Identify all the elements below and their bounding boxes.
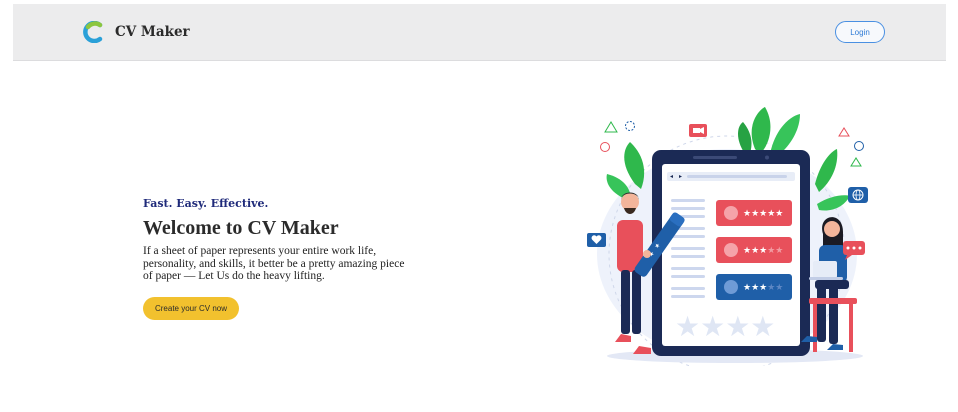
video-icon: [689, 124, 707, 137]
hero-tagline: Fast. Easy. Effective.: [143, 197, 269, 210]
hero-section: Fast. Easy. Effective. Welcome to CV Mak…: [143, 197, 413, 320]
brand[interactable]: CV Maker: [83, 21, 190, 43]
cv-maker-logo-icon: [83, 21, 103, 43]
hero-title: Welcome to CV Maker: [143, 217, 339, 239]
review-card: ★★★★★: [716, 274, 792, 300]
review-card: ★★★★★: [716, 237, 792, 263]
star-icon: ★★★★★: [743, 283, 783, 293]
login-button[interactable]: Login: [835, 21, 885, 43]
navbar: CV Maker Login: [13, 4, 946, 61]
hero-description: If a sheet of paper represents your enti…: [143, 245, 405, 282]
globe-icon: [848, 187, 868, 203]
heart-icon: [587, 233, 606, 247]
star-icon: ★★★★★: [743, 246, 783, 256]
brand-name: CV Maker: [115, 24, 190, 40]
create-cv-button[interactable]: Create your CV now: [143, 297, 239, 320]
review-card: ★★★★★: [716, 200, 792, 226]
hero-illustration: ★★★★★ ★★★★★ ★★★★★ ★★★★ ★ ★: [587, 107, 868, 366]
rating-stars-decoration: ★★★★: [675, 310, 775, 343]
star-icon: ★★★★★: [743, 209, 783, 219]
